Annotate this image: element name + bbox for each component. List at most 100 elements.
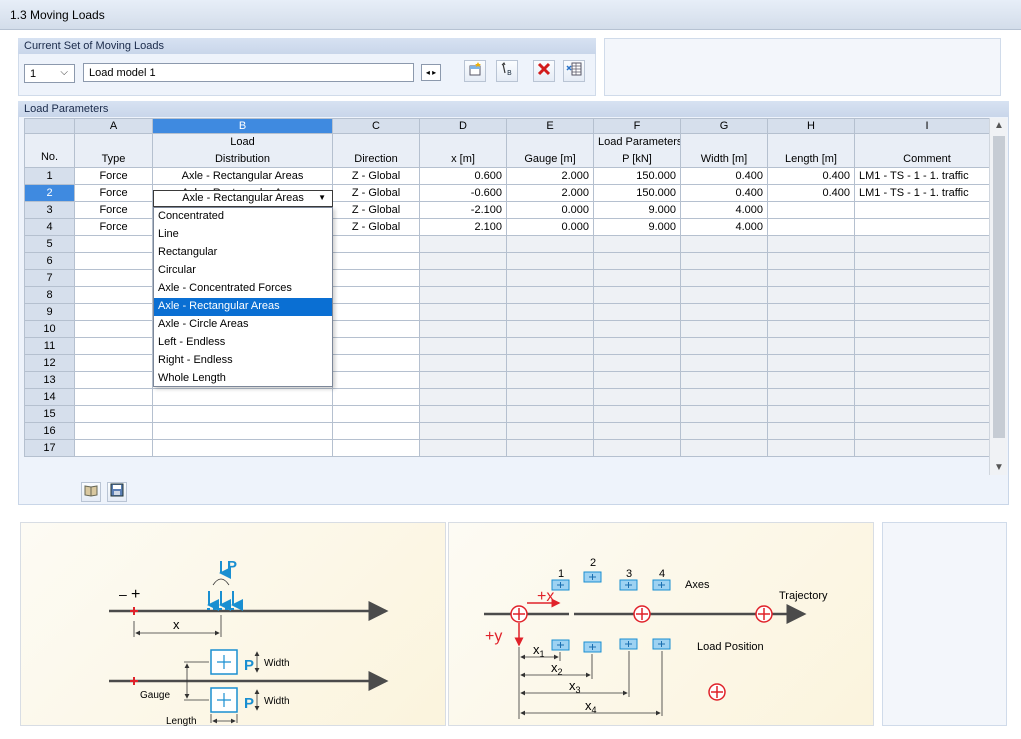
row-number[interactable]: 7 — [24, 269, 75, 287]
table-cell[interactable] — [506, 388, 594, 406]
scroll-up-icon[interactable]: ▲ — [994, 120, 1004, 131]
dropdown-option[interactable]: Whole Length — [154, 370, 332, 388]
table-cell[interactable] — [74, 337, 153, 355]
table-cell[interactable] — [419, 320, 507, 338]
table-cell[interactable] — [506, 235, 594, 253]
table-cell[interactable] — [593, 337, 681, 355]
table-cell[interactable] — [506, 303, 594, 321]
table-cell[interactable] — [152, 422, 333, 440]
table-cell[interactable] — [854, 252, 1000, 270]
table-cell[interactable] — [767, 286, 855, 304]
table-cell[interactable] — [767, 439, 855, 457]
table-cell[interactable] — [854, 303, 1000, 321]
table-cell[interactable] — [419, 235, 507, 253]
row-number[interactable]: 8 — [24, 286, 75, 304]
table-cell[interactable] — [767, 371, 855, 389]
table-cell[interactable] — [593, 320, 681, 338]
table-cell[interactable] — [680, 269, 768, 287]
table-cell[interactable] — [74, 439, 153, 457]
table-cell[interactable] — [593, 303, 681, 321]
set-number-select[interactable]: 1 ⌵ — [24, 64, 75, 83]
row-number[interactable]: 16 — [24, 422, 75, 440]
table-cell[interactable] — [506, 269, 594, 287]
table-cell[interactable] — [854, 235, 1000, 253]
row-number[interactable]: 5 — [24, 235, 75, 253]
table-cell[interactable] — [767, 235, 855, 253]
table-cell[interactable] — [767, 320, 855, 338]
table-cell[interactable] — [419, 354, 507, 372]
table-cell[interactable] — [854, 388, 1000, 406]
column-header-a[interactable]: A — [74, 118, 153, 134]
table-cell[interactable]: 2.000 — [506, 167, 594, 185]
table-cell[interactable] — [332, 286, 420, 304]
table-cell[interactable] — [767, 388, 855, 406]
dropdown-option[interactable]: Axle - Circle Areas — [154, 316, 332, 334]
table-cell[interactable] — [767, 269, 855, 287]
table-cell[interactable]: 9.000 — [593, 201, 681, 219]
table-cell[interactable] — [767, 422, 855, 440]
table-cell[interactable]: Z - Global — [332, 201, 420, 219]
table-cell[interactable] — [506, 405, 594, 423]
table-cell[interactable] — [152, 439, 333, 457]
dropdown-arrow-icon[interactable]: ▼ — [318, 193, 326, 202]
table-cell[interactable] — [332, 388, 420, 406]
import-button[interactable] — [81, 482, 101, 502]
table-cell[interactable] — [680, 422, 768, 440]
table-cell[interactable] — [680, 337, 768, 355]
table-cell[interactable] — [419, 422, 507, 440]
scrollbar-thumb[interactable] — [993, 136, 1005, 438]
table-cell[interactable]: 150.000 — [593, 167, 681, 185]
column-header-f[interactable]: F — [593, 118, 681, 134]
table-cell[interactable]: -2.100 — [419, 201, 507, 219]
table-cell[interactable]: Z - Global — [332, 218, 420, 236]
row-number[interactable]: 12 — [24, 354, 75, 372]
table-row[interactable]: 1 Force Axle - Rectangular Areas Z - Global… — [24, 167, 1000, 185]
table-cell[interactable] — [74, 269, 153, 287]
distribution-combo[interactable]: Axle - Rectangular Areas ▼ — [153, 190, 333, 207]
row-number[interactable]: 14 — [24, 388, 75, 406]
table-cell[interactable] — [332, 320, 420, 338]
table-cell[interactable] — [419, 439, 507, 457]
table-cell[interactable]: 4.000 — [680, 201, 768, 219]
table-cell[interactable] — [332, 303, 420, 321]
table-cell[interactable] — [332, 354, 420, 372]
table-cell[interactable] — [680, 439, 768, 457]
table-cell[interactable]: Force — [74, 201, 153, 219]
table-cell[interactable] — [593, 422, 681, 440]
table-cell[interactable]: 0.400 — [767, 167, 855, 185]
table-cell[interactable] — [152, 405, 333, 423]
table-cell[interactable] — [593, 371, 681, 389]
table-cell[interactable]: 150.000 — [593, 184, 681, 202]
table-cell[interactable] — [152, 388, 333, 406]
table-cell[interactable] — [680, 371, 768, 389]
table-cell[interactable] — [854, 422, 1000, 440]
table-cell[interactable] — [332, 422, 420, 440]
table-cell[interactable]: Force — [74, 167, 153, 185]
table-cell[interactable] — [419, 252, 507, 270]
table-cell[interactable] — [593, 354, 681, 372]
table-cell[interactable]: 0.000 — [506, 218, 594, 236]
table-cell[interactable] — [767, 201, 855, 219]
table-cell[interactable]: 2.100 — [419, 218, 507, 236]
table-cell[interactable] — [854, 337, 1000, 355]
table-cell[interactable] — [74, 371, 153, 389]
table-scrollbar[interactable]: ▲ ▼ — [989, 118, 1007, 475]
row-number[interactable]: 17 — [24, 439, 75, 457]
table-cell[interactable] — [506, 320, 594, 338]
table-cell[interactable] — [593, 252, 681, 270]
table-cell[interactable] — [680, 235, 768, 253]
table-cell[interactable] — [419, 269, 507, 287]
table-cell[interactable] — [419, 303, 507, 321]
table-cell[interactable] — [74, 303, 153, 321]
table-cell[interactable] — [419, 371, 507, 389]
column-header-i[interactable]: I — [854, 118, 1000, 134]
table-cell[interactable] — [854, 201, 1000, 219]
table-cell[interactable] — [680, 405, 768, 423]
table-cell[interactable] — [74, 422, 153, 440]
table-cell[interactable]: LM1 - TS - 1 - 1. traffic — [854, 167, 1000, 185]
table-cell[interactable] — [332, 337, 420, 355]
table-cell[interactable]: Z - Global — [332, 184, 420, 202]
table-cell[interactable] — [332, 439, 420, 457]
row-number[interactable]: 3 — [24, 201, 75, 219]
row-number[interactable]: 13 — [24, 371, 75, 389]
